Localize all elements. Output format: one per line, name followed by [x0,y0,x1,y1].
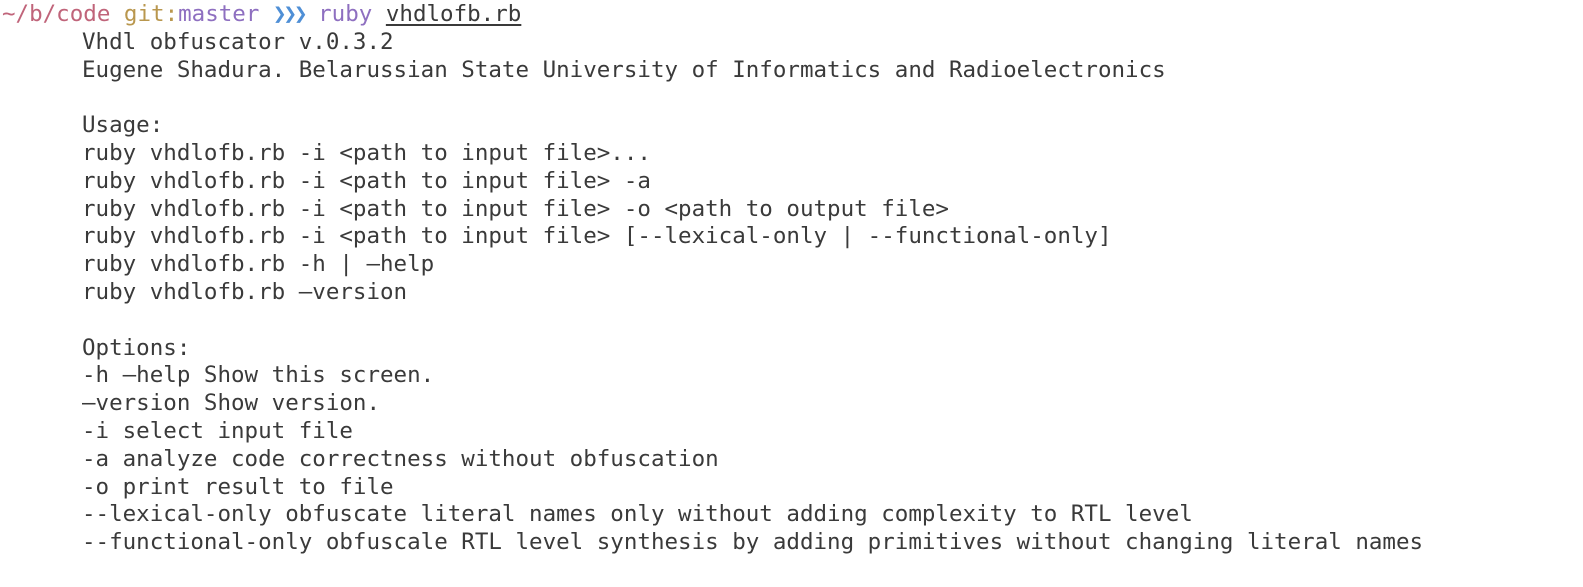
option-line: -h –help Show this screen. [82,362,435,389]
usage-line: ruby vhdlofb.rb -i <path to input file>.… [82,139,651,166]
output-header-title: Vhdl obfuscator v.0.3.2 [82,28,394,55]
option-line: –version Show version. [82,390,381,417]
command-name: ruby [318,1,373,27]
options-title: Options: [82,334,191,361]
option-line: -i select input file [82,417,353,444]
prompt-cwd: ~/b/code [2,1,111,27]
usage-line: ruby vhdlofb.rb -i <path to input file> … [82,223,1112,250]
option-line: -o print result to file [82,473,394,500]
shell-prompt-line: ~/b/code git:master ❯❯❯ ruby vhdlofb.rb [0,0,1583,29]
usage-line: ruby vhdlofb.rb -i <path to input file> … [82,167,651,194]
terminal-window[interactable]: ~/b/code git:master ❯❯❯ ruby vhdlofb.rb … [0,0,1583,587]
usage-line: ruby vhdlofb.rb -h | –help [82,251,435,278]
command-argument-file[interactable]: vhdlofb.rb [386,1,521,27]
prompt-separator: : [164,1,179,27]
prompt-git-branch: master [178,1,260,27]
option-line: -a analyze code correctness without obfu… [82,445,719,472]
output-header-author: Eugene Shadura. Belarussian State Univer… [82,56,1166,83]
usage-line: ruby vhdlofb.rb -i <path to input file> … [82,195,949,222]
usage-title: Usage: [82,112,164,139]
option-line: --lexical-only obfuscate literal names o… [82,501,1193,528]
prompt-git-label: git [123,1,165,27]
option-line: --functional-only obfuscale RTL level sy… [82,529,1424,556]
command-output: Vhdl obfuscator v.0.3.2 Eugene Shadura. … [0,29,1583,557]
prompt-arrows-icon: ❯❯❯ [272,1,308,27]
usage-line: ruby vhdlofb.rb –version [82,278,408,305]
